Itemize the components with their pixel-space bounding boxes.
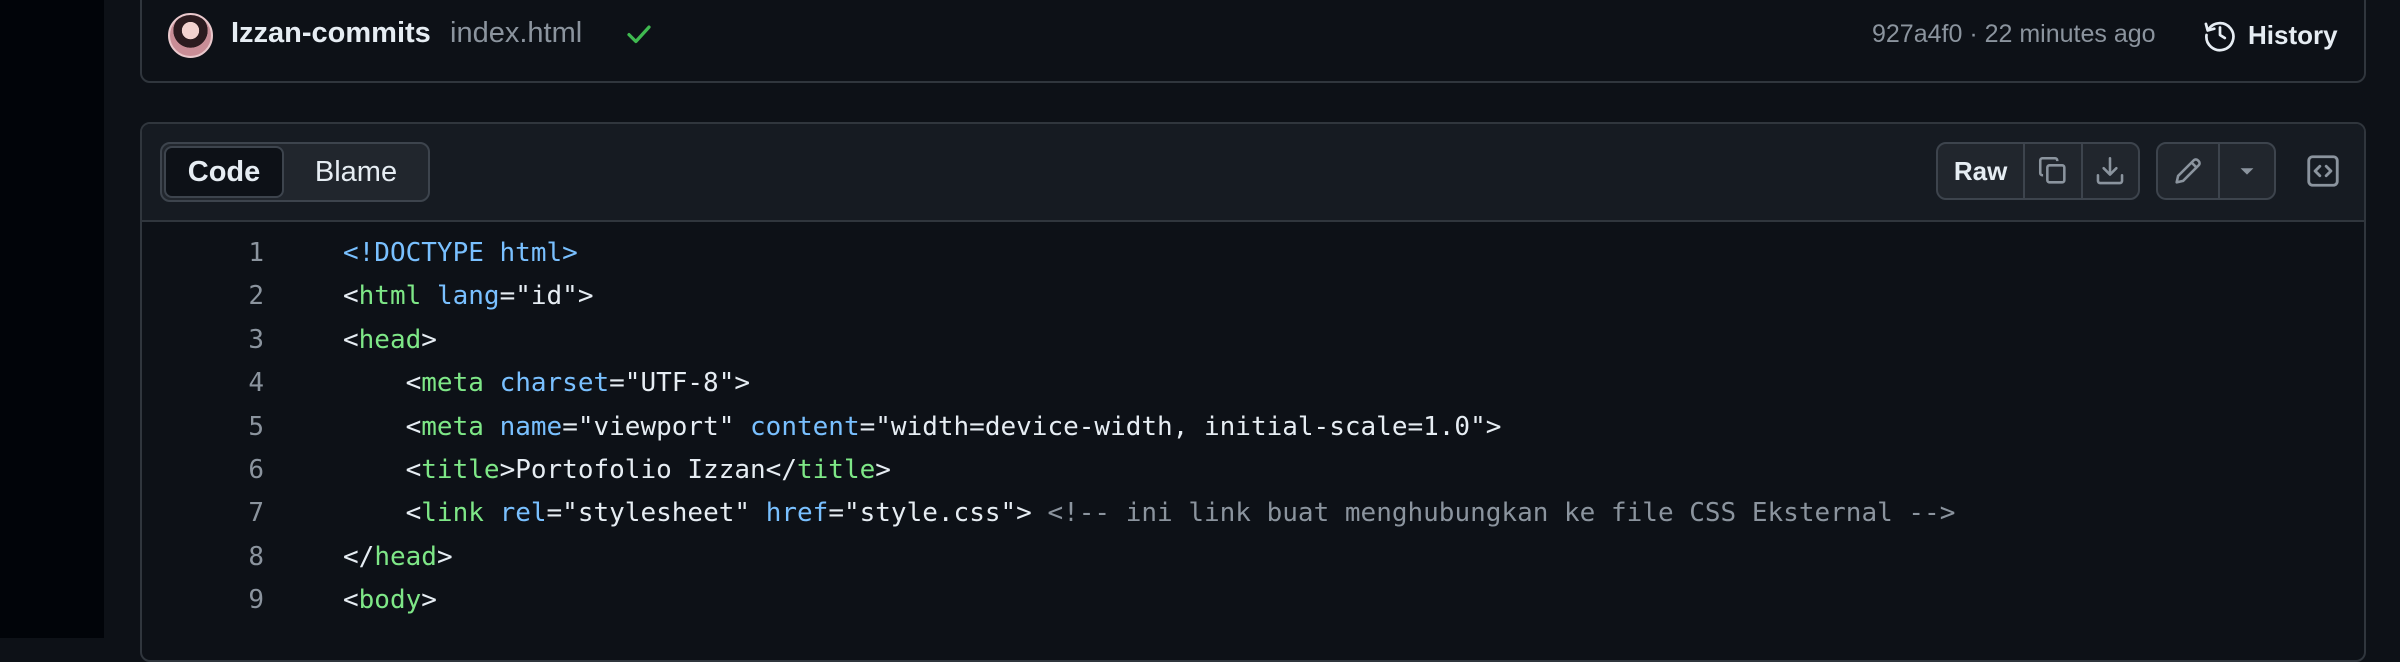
code-line-content: <!DOCTYPE html> bbox=[343, 232, 578, 275]
code-token-plain: < bbox=[343, 585, 359, 616]
code-line: 7 <link rel="stylesheet" href="style.css… bbox=[142, 492, 2364, 535]
edit-group bbox=[2156, 142, 2276, 200]
line-number[interactable]: 3 bbox=[142, 319, 264, 362]
code-token-plain: ="width=device-width, initial-scale=1.0"… bbox=[859, 411, 1502, 442]
code-token-plain: > bbox=[421, 324, 437, 355]
code-token-plain: > bbox=[421, 585, 437, 616]
code-line-content: <head> bbox=[343, 319, 437, 362]
commit-message-link[interactable]: index.html bbox=[450, 17, 582, 50]
code-token-plain: > bbox=[436, 541, 453, 572]
code-line: 3 <head> bbox=[142, 319, 2364, 362]
line-number[interactable]: 6 bbox=[142, 449, 264, 492]
code-line: 9 <body> bbox=[142, 579, 2364, 622]
line-number[interactable]: 4 bbox=[142, 362, 264, 405]
raw-button[interactable]: Raw bbox=[1938, 144, 2023, 198]
line-number[interactable]: 8 bbox=[142, 536, 264, 579]
download-raw-button[interactable] bbox=[2080, 144, 2138, 198]
code-line-content: <title>Portofolio Izzan</title> bbox=[343, 449, 891, 492]
commit-author-link[interactable]: Izzan-commits bbox=[231, 17, 431, 50]
download-icon bbox=[2096, 156, 2124, 185]
line-number[interactable]: 7 bbox=[142, 492, 264, 535]
copy-raw-button[interactable] bbox=[2023, 144, 2080, 198]
code-token-tag: title bbox=[421, 455, 500, 485]
code-line-content: <html lang="id"> bbox=[343, 275, 593, 318]
code-token-attr: name bbox=[499, 411, 563, 442]
history-icon bbox=[2204, 21, 2235, 52]
code-token-attr: rel bbox=[499, 498, 547, 529]
raw-label: Raw bbox=[1953, 155, 2008, 186]
history-label: History bbox=[2248, 19, 2338, 50]
code-token-plain: ="viewport" bbox=[562, 411, 751, 442]
code-line: 4 <meta charset="UTF-8"> bbox=[142, 362, 2364, 405]
code-token-plain: < bbox=[343, 498, 422, 529]
code-token-plain: ="id"> bbox=[499, 281, 594, 312]
code-token-tag: title bbox=[796, 455, 876, 485]
line-number[interactable]: 2 bbox=[142, 275, 264, 318]
code-token-attr: href bbox=[765, 498, 829, 529]
copy-icon bbox=[2038, 156, 2066, 184]
author-avatar[interactable] bbox=[168, 13, 213, 58]
code-token-plain: < bbox=[343, 368, 422, 399]
code-token-tag: head bbox=[358, 324, 422, 355]
code-token-plain: ="UTF-8"> bbox=[609, 368, 751, 399]
code-token-plain: > bbox=[875, 455, 891, 485]
code-token-cmt: <!-- ini link buat menghubungkan ke file… bbox=[1047, 498, 1956, 529]
code-token-tag: html bbox=[358, 281, 422, 312]
edit-file-button[interactable] bbox=[2158, 144, 2218, 198]
code-line-content: <meta name="viewport" content="width=dev… bbox=[343, 406, 1502, 449]
code-tab-button[interactable]: Code bbox=[164, 146, 284, 198]
code-line: 8 </head> bbox=[142, 536, 2364, 579]
left-sidebar-strip bbox=[0, 0, 104, 638]
code-token-attr: content bbox=[750, 411, 860, 442]
raw-copy-download-group: Raw bbox=[1936, 142, 2140, 200]
code-line-content: <meta charset="UTF-8"> bbox=[343, 362, 750, 405]
history-button[interactable]: History bbox=[2202, 15, 2338, 55]
code-token-tag: link bbox=[421, 498, 484, 529]
code-token-plain: </ bbox=[343, 541, 375, 572]
code-line: 6 <title>Portofolio Izzan</title> bbox=[142, 449, 2364, 492]
code-token-plain: < bbox=[343, 281, 359, 312]
code-token-plain: < bbox=[343, 411, 422, 442]
code-token-doctype: <!DOCTYPE html> bbox=[343, 238, 578, 268]
line-number[interactable]: 9 bbox=[142, 579, 264, 622]
code-token-tag: head bbox=[374, 541, 437, 572]
code-token-plain: < bbox=[343, 455, 422, 485]
code-token-plain: ="style.css"> bbox=[828, 498, 1048, 529]
code-token-plain: >Portofolio Izzan</ bbox=[499, 455, 797, 485]
code-token-tag: meta bbox=[421, 368, 484, 399]
file-viewer: Code Blame Raw 1 <!DOCTYPE html> 2 <html… bbox=[140, 122, 2366, 662]
code-token-attr: charset bbox=[499, 368, 610, 399]
code-line: 5 <meta name="viewport" content="width=d… bbox=[142, 406, 2364, 449]
symbols-panel-button[interactable] bbox=[2294, 142, 2352, 200]
code-token-tag: meta bbox=[421, 411, 484, 442]
code-line-content: <body> bbox=[343, 579, 437, 622]
code-square-icon bbox=[2307, 155, 2339, 187]
code-token-tag: body bbox=[358, 585, 422, 616]
more-edit-options-button[interactable] bbox=[2218, 144, 2274, 198]
code-token-attr: lang bbox=[436, 281, 500, 312]
line-number[interactable]: 1 bbox=[142, 232, 264, 275]
code-line: 1 <!DOCTYPE html> bbox=[142, 232, 2364, 275]
triangle-down-icon bbox=[2240, 168, 2254, 175]
file-header-toolbar: Code Blame Raw bbox=[142, 124, 2364, 222]
line-number[interactable]: 5 bbox=[142, 406, 264, 449]
code-line: 2 <html lang="id"> bbox=[142, 275, 2364, 318]
code-token-plain: < bbox=[343, 324, 359, 355]
commit-sha-and-time[interactable]: 927a4f0 · 22 minutes ago bbox=[1872, 20, 2156, 49]
check-icon[interactable] bbox=[624, 19, 654, 49]
pencil-icon bbox=[2175, 158, 2201, 184]
code-line-content: </head> bbox=[343, 536, 453, 579]
code-token-plain: ="stylesheet" bbox=[546, 498, 766, 529]
blame-tab-button[interactable]: Blame bbox=[286, 146, 426, 198]
code-line-content: <link rel="stylesheet" href="style.css">… bbox=[343, 492, 1956, 535]
view-mode-toggle: Code Blame bbox=[160, 142, 430, 202]
